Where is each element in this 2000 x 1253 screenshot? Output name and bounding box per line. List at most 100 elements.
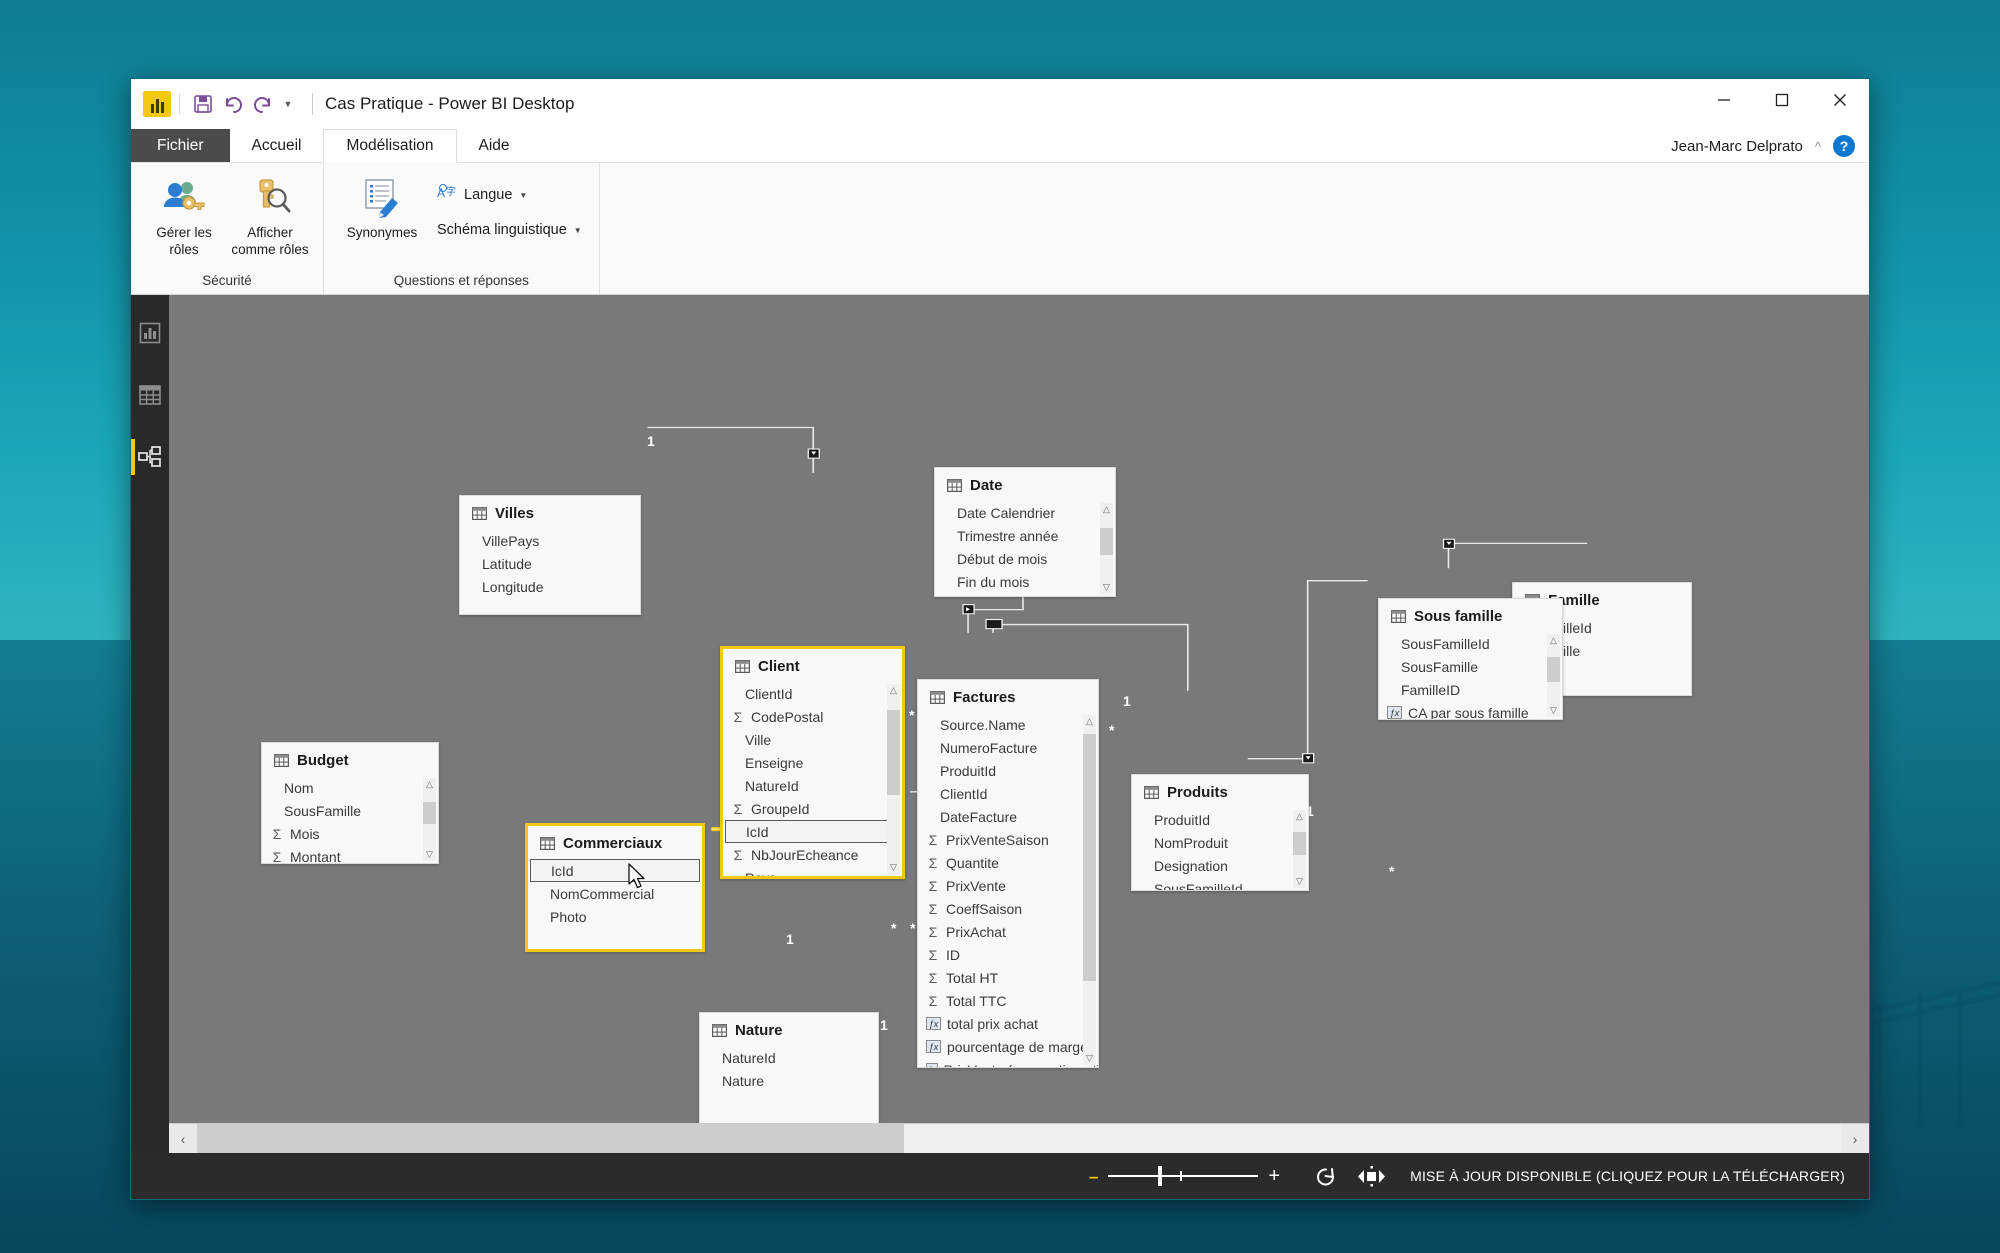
maximize-button[interactable]	[1753, 79, 1811, 121]
scroll-thumb[interactable]	[423, 802, 436, 825]
field-list-scrollbar[interactable]: △ ▽	[1100, 503, 1113, 594]
scroll-up-icon[interactable]: △	[426, 778, 433, 791]
field-item-measure[interactable]: Σ Mois	[262, 822, 438, 845]
scroll-track[interactable]	[1293, 823, 1306, 875]
field-item[interactable]: DateFacture	[918, 805, 1098, 828]
field-item[interactable]: Début de mois	[935, 547, 1115, 570]
model-canvas[interactable]: 1 * 1 * 1 * 1 * 1 * 1 * 1 * 1 *	[169, 295, 1869, 1123]
scroll-down-icon[interactable]: ▽	[890, 861, 897, 874]
field-item[interactable]: Pays	[723, 866, 902, 877]
field-item[interactable]: SousFamilleId	[1132, 877, 1308, 891]
redo-icon[interactable]	[248, 89, 278, 119]
scroll-thumb-horizontal[interactable]	[197, 1124, 904, 1153]
scroll-up-icon[interactable]: △	[1086, 715, 1093, 728]
field-list-scrollbar[interactable]: △ ▽	[1293, 810, 1306, 888]
field-item[interactable]: Nature	[700, 1069, 878, 1092]
field-item-measure[interactable]: Σ GroupeId	[723, 797, 902, 820]
field-item[interactable]: ClientId	[723, 682, 902, 705]
scroll-thumb[interactable]	[1293, 832, 1306, 856]
table-card-villes[interactable]: Villes VillePays Latitude Longitude	[459, 495, 641, 615]
table-card-client[interactable]: Client ClientId Σ CodePostal Ville Enseig…	[720, 646, 905, 879]
scroll-down-icon[interactable]: ▽	[1550, 704, 1557, 717]
field-item-measure[interactable]: Σ Total TTC	[918, 989, 1098, 1012]
scroll-track[interactable]	[1100, 516, 1113, 581]
field-item-measure[interactable]: Σ CoeffSaison	[918, 897, 1098, 920]
field-item-calculated[interactable]: ƒx pourcentage de marge	[918, 1035, 1098, 1058]
field-item-selected[interactable]: IcId	[530, 859, 700, 882]
tab-accueil[interactable]: Accueil	[230, 129, 324, 162]
scroll-down-icon[interactable]: ▽	[426, 848, 433, 861]
field-item[interactable]: Date Calendrier	[935, 501, 1115, 524]
view-as-roles-button[interactable]: Afficher comme rôles	[229, 169, 311, 265]
schema-linguistique-button[interactable]: Schéma linguistique ▼	[432, 219, 587, 241]
zoom-slider-handle[interactable]	[1158, 1166, 1163, 1186]
table-card-commerciaux[interactable]: Commerciaux IcId NomCommercial Photo	[525, 823, 705, 952]
minimize-button[interactable]	[1695, 79, 1753, 121]
scroll-down-icon[interactable]: ▽	[1296, 875, 1303, 888]
table-card-produits[interactable]: Produits ProduitId NomProduit Designatio…	[1131, 774, 1309, 891]
undo-icon[interactable]	[218, 89, 248, 119]
scroll-left-button[interactable]: ‹	[169, 1124, 197, 1153]
zoom-out-button[interactable]: –	[1089, 1168, 1098, 1185]
scroll-up-icon[interactable]: △	[1103, 503, 1110, 516]
sidebar-item-report-view[interactable]	[131, 309, 169, 357]
field-item-measure[interactable]: ΣSemaine de l'année	[935, 593, 1115, 596]
field-list-scrollbar[interactable]: △ ▽	[1083, 715, 1096, 1065]
field-list-scrollbar[interactable]: △ ▽	[887, 684, 900, 874]
scroll-up-icon[interactable]: △	[890, 684, 897, 697]
field-item[interactable]: Trimestre année	[935, 524, 1115, 547]
field-item[interactable]: SousFamilleId	[1379, 632, 1562, 655]
field-item[interactable]: SousFamille	[1379, 655, 1562, 678]
field-item[interactable]: SousFamille	[262, 799, 438, 822]
scroll-track-horizontal[interactable]	[197, 1124, 1841, 1153]
field-item-measure[interactable]: Σ NbJourEcheance	[723, 843, 902, 866]
scroll-right-button[interactable]: ›	[1841, 1124, 1869, 1153]
scroll-thumb[interactable]	[887, 710, 900, 796]
field-item[interactable]: Enseigne	[723, 751, 902, 774]
scroll-track[interactable]	[1547, 647, 1560, 704]
zoom-in-button[interactable]: +	[1268, 1166, 1280, 1186]
manage-roles-button[interactable]: Gérer les rôles	[143, 169, 225, 265]
field-item-measure[interactable]: Σ CodePostal	[723, 705, 902, 728]
help-icon[interactable]: ?	[1833, 135, 1855, 157]
scroll-thumb[interactable]	[1547, 657, 1560, 683]
field-item[interactable]: Photo	[528, 905, 702, 928]
scroll-down-icon[interactable]: ▽	[1103, 581, 1110, 594]
field-item-measure[interactable]: Σ Total HT	[918, 966, 1098, 989]
table-card-factures[interactable]: Factures Source.Name NumeroFacture Produ…	[917, 679, 1099, 1068]
scroll-track[interactable]	[423, 791, 436, 848]
sidebar-item-model-view[interactable]	[131, 433, 169, 481]
field-item-measure[interactable]: Σ PrixAchat	[918, 920, 1098, 943]
field-list-scrollbar[interactable]: △ ▽	[423, 778, 436, 861]
scroll-thumb[interactable]	[1083, 734, 1096, 981]
save-icon[interactable]	[188, 89, 218, 119]
tab-aide[interactable]: Aide	[457, 129, 532, 162]
zoom-slider[interactable]	[1108, 1166, 1259, 1186]
field-item[interactable]: ProduitId	[1132, 808, 1308, 831]
field-item-calculated[interactable]: ƒx CA par sous famille	[1379, 701, 1562, 719]
canvas-horizontal-scrollbar[interactable]: ‹ ›	[169, 1123, 1869, 1153]
field-item-measure[interactable]: Σ Montant	[262, 845, 438, 864]
scroll-track[interactable]	[1083, 728, 1096, 1052]
field-item[interactable]: Nom	[262, 776, 438, 799]
field-item[interactable]: Latitude	[460, 552, 640, 575]
field-item-calculated[interactable]: ƒx total prix achat	[918, 1012, 1098, 1035]
zoom-control[interactable]: – +	[1089, 1166, 1280, 1186]
tab-fichier[interactable]: Fichier	[131, 129, 230, 162]
field-item[interactable]: Source.Name	[918, 713, 1098, 736]
field-item-selected[interactable]: IcId	[725, 820, 900, 843]
field-item-calculated[interactable]: ƒx PrixVente (compartiment)	[918, 1058, 1098, 1067]
field-item[interactable]: ProduitId	[918, 759, 1098, 782]
table-card-sous-famille[interactable]: Sous famille SousFamilleId SousFamille F…	[1378, 598, 1563, 720]
field-item-measure[interactable]: Σ PrixVenteSaison	[918, 828, 1098, 851]
field-item[interactable]: FamilleID	[1379, 678, 1562, 701]
field-item[interactable]: Longitude	[460, 575, 640, 598]
table-card-budget[interactable]: Budget Nom SousFamille ΣMois ΣMontant ΣA…	[261, 742, 439, 864]
field-item[interactable]: NatureId	[723, 774, 902, 797]
reset-zoom-button[interactable]	[1306, 1160, 1346, 1192]
collapse-ribbon-icon[interactable]: ^	[1815, 139, 1821, 154]
field-item[interactable]: Designation	[1132, 854, 1308, 877]
field-item[interactable]: ClientId	[918, 782, 1098, 805]
field-item[interactable]: NomCommercial	[528, 882, 702, 905]
scroll-up-icon[interactable]: △	[1296, 810, 1303, 823]
